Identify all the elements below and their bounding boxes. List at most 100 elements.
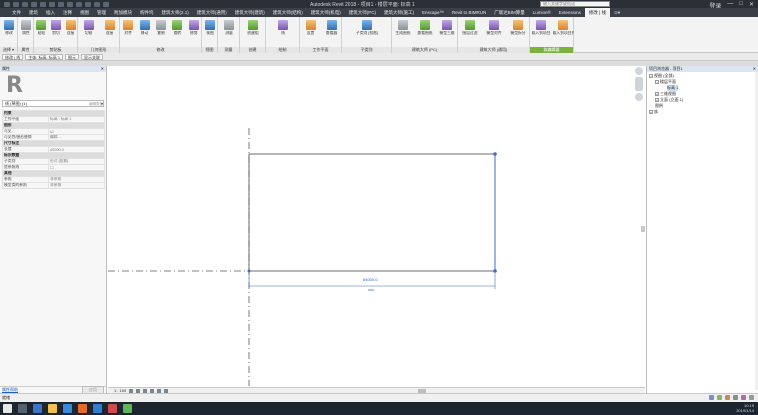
ribbon-button[interactable]: 查看器 <box>322 20 341 36</box>
ribbon-tab[interactable]: 插入 <box>42 8 59 17</box>
ribbon-button[interactable]: 旋转 <box>170 20 184 36</box>
thin-lines-icon[interactable] <box>94 1 100 7</box>
start-icon[interactable] <box>3 404 12 413</box>
viewcube-icon[interactable] <box>635 67 643 75</box>
ribbon-button[interactable]: 移动 <box>137 20 151 36</box>
sun-path-icon[interactable] <box>143 388 148 393</box>
text-icon[interactable] <box>67 1 73 7</box>
expand-toggle-icon[interactable]: − <box>649 74 653 78</box>
shadows-icon[interactable] <box>150 388 155 393</box>
ribbon-tab[interactable]: 建筑大师(机电) <box>307 8 345 17</box>
drawing-canvas[interactable]: 84000.0 <box>108 66 645 387</box>
ribbon-tab[interactable]: 注释 <box>59 8 76 17</box>
undo-icon[interactable] <box>31 1 37 7</box>
worksets-icon[interactable] <box>709 395 714 400</box>
quick-access-toolbar[interactable] <box>0 1 109 7</box>
select-pinned-icon[interactable] <box>741 395 746 400</box>
ribbon-button[interactable]: 查看图纸 <box>415 20 435 36</box>
ribbon-button[interactable]: 属性 <box>19 20 33 36</box>
search-input[interactable]: 键入关键字或短语 <box>540 1 610 7</box>
sketch-drawing[interactable] <box>108 66 645 387</box>
ribbon-button[interactable]: 模型三维 <box>437 20 457 36</box>
search-icon[interactable] <box>18 404 27 413</box>
ribbon-button[interactable]: 切割 <box>79 20 98 36</box>
ribbon-tab[interactable]: 文件 <box>8 8 25 17</box>
zoom-icon[interactable] <box>635 93 643 101</box>
section-icon[interactable] <box>85 1 91 7</box>
steering-wheel-icon[interactable] <box>635 77 643 91</box>
ribbon-button[interactable]: 对齐 <box>121 20 135 36</box>
options-bar-item[interactable]: 修改 | 线 <box>2 53 24 60</box>
ribbon-tab[interactable]: 建筑大师(PC) <box>345 8 380 17</box>
ribbon-button[interactable]: 连接 <box>100 20 119 36</box>
options-bar-item[interactable]: 显示关联 <box>81 53 104 60</box>
ribbon-tab[interactable]: 构件坞 <box>136 8 158 17</box>
filter-icon[interactable] <box>749 395 754 400</box>
ribbon-button[interactable]: 图层过滤 <box>459 20 481 36</box>
tree-node[interactable]: + 族 <box>649 109 756 115</box>
ribbon-tab[interactable]: 建筑大师(2.1) <box>158 8 193 17</box>
ribbon-button[interactable]: 模型对齐 <box>483 20 505 36</box>
crop-view-icon[interactable] <box>157 388 162 393</box>
redo-icon[interactable] <box>40 1 46 7</box>
ribbon-tab[interactable]: 视图 <box>76 8 93 17</box>
ribbon-tab[interactable]: Extensions <box>555 8 585 17</box>
ribbon-button[interactable]: 载入到项目 <box>531 20 551 36</box>
ribbon-tab[interactable]: 管理 <box>93 8 110 17</box>
browser-icon[interactable] <box>63 404 72 413</box>
ribbon-tab[interactable]: 建筑大师(建筑) <box>231 8 269 17</box>
navigation-bar[interactable] <box>634 67 644 121</box>
ribbon-tab[interactable]: 附加模块 <box>110 8 136 17</box>
ribbon-button[interactable]: 生成图纸 <box>393 20 413 36</box>
expand-toggle-icon[interactable]: + <box>649 110 653 114</box>
edit-type-button[interactable]: 编辑类型 <box>89 102 103 107</box>
options-bar-item[interactable]: 主体: 标高: 标高 1 <box>25 53 64 60</box>
ribbon-button[interactable]: 复制 <box>154 20 168 36</box>
ribbon-tab[interactable]: 建筑大师(通用) <box>193 8 231 17</box>
ribbon-tab[interactable]: ⊙▾ <box>610 8 624 17</box>
ribbon-tab[interactable]: 修改 | 线 <box>584 8 611 17</box>
temporary-hide-icon[interactable] <box>164 388 169 393</box>
ribbon-button[interactable]: 连接 <box>64 20 77 36</box>
ribbon-button[interactable]: 模型拆分 <box>507 20 529 36</box>
measure-icon[interactable] <box>58 1 64 7</box>
ribbon-tab[interactable]: Enscape™ <box>418 8 448 17</box>
ribbon-button[interactable]: 创建组 <box>241 20 265 36</box>
print-icon[interactable] <box>49 1 55 7</box>
expand-toggle-icon[interactable]: + <box>655 98 659 102</box>
revit-icon[interactable] <box>93 404 102 413</box>
design-options-icon[interactable] <box>717 395 722 400</box>
detail-level-icon[interactable] <box>129 388 134 393</box>
app-icon[interactable] <box>108 404 117 413</box>
select-links-icon[interactable] <box>725 395 730 400</box>
property-value[interactable]: 非参照 <box>48 182 105 189</box>
ribbon-button[interactable]: 设置 <box>301 20 320 36</box>
ribbon-tab[interactable]: 建筑大师(结构) <box>269 8 307 17</box>
ribbon-tab[interactable]: 广联达BIM算量 <box>490 8 529 17</box>
ribbon-button[interactable]: 粘贴 <box>35 20 48 36</box>
file-explorer-icon[interactable] <box>48 404 57 413</box>
vertical-scrollbar[interactable] <box>641 226 645 232</box>
app-icon[interactable] <box>78 404 87 413</box>
options-bar-item[interactable]: 图元 <box>65 53 80 60</box>
save-icon[interactable] <box>22 1 28 7</box>
select-underlay-icon[interactable] <box>733 395 738 400</box>
ribbon-button[interactable]: 测量 <box>219 20 239 36</box>
ribbon-tab[interactable]: 建筑 <box>25 8 42 17</box>
ribbon-button[interactable]: 剪切 <box>50 20 63 36</box>
open-icon[interactable] <box>13 1 19 7</box>
task-view-icon[interactable] <box>33 404 42 413</box>
ribbon-tab[interactable]: Revit to BIMRUN <box>448 8 490 17</box>
app-icon[interactable] <box>123 404 132 413</box>
3d-view-icon[interactable] <box>76 1 82 7</box>
dimension-value[interactable]: 84000.0 <box>363 277 377 282</box>
ribbon-button[interactable]: 线 <box>267 20 299 36</box>
app-menu-icon[interactable] <box>4 1 10 7</box>
ribbon-button[interactable]: 子类别 [投影] <box>343 20 391 36</box>
ribbon-tab[interactable]: 建筑大师(施工) <box>380 8 418 17</box>
ribbon-button[interactable]: 视图 <box>203 20 217 36</box>
ribbon-button[interactable]: 修剪 <box>187 20 201 36</box>
close-icon[interactable]: ✕ <box>101 66 104 72</box>
ribbon-tab[interactable]: Lumion® <box>529 8 555 17</box>
ribbon-button[interactable]: 修改 <box>1 20 17 36</box>
